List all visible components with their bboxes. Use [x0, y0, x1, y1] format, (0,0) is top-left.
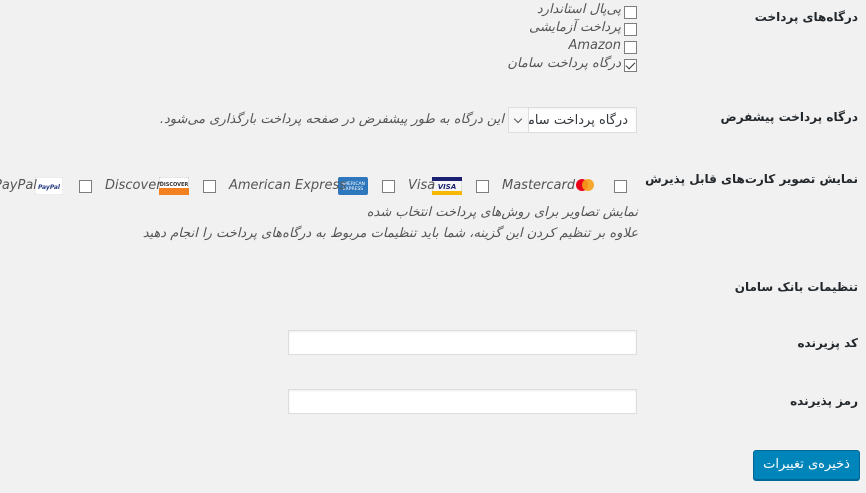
- card-images-label: نمایش تصویر کارت‌های قابل پذیرش: [645, 172, 858, 186]
- gateways-label: درگاه‌های پرداخت: [754, 10, 858, 24]
- merchant-password-input[interactable]: [288, 389, 637, 414]
- save-changes-button[interactable]: ذخیره‌ی تغییرات: [753, 450, 860, 480]
- merchant-code-input[interactable]: [288, 330, 637, 355]
- default-gateway-select[interactable]: درگاه پرداخت سامان: [508, 107, 637, 133]
- merchant-password-label: رمز پذیرنده: [790, 394, 858, 408]
- discover-icon: DISCOVER: [158, 176, 190, 199]
- svg-text:DISCOVER: DISCOVER: [160, 182, 189, 188]
- visa-icon: VISA: [431, 176, 463, 199]
- chevron-down-icon: [509, 108, 529, 132]
- gateway-checkbox-paypal[interactable]: [624, 6, 637, 19]
- mastercard-icon: [574, 177, 596, 197]
- gateway-label-paypal: پی‌پال استاندارد: [536, 2, 621, 17]
- card-images-description-1: نمایش تصاویر برای روش‌های پرداخت انتخاب …: [366, 205, 638, 220]
- saman-settings-heading: تنظیمات بانک سامان: [734, 280, 858, 294]
- gateway-label-test: پرداخت آزمایشی: [529, 20, 621, 35]
- gateway-label-saman: درگاه پرداخت سامان: [507, 56, 621, 71]
- card-name-mastercard: Mastercard: [502, 178, 576, 193]
- card-checkbox-visa[interactable]: [476, 180, 489, 193]
- gateway-label-amazon: Amazon: [568, 38, 621, 53]
- svg-text:PayPal: PayPal: [38, 184, 61, 191]
- svg-text:VISA: VISA: [438, 183, 456, 191]
- card-name-discover: Discover: [105, 178, 162, 193]
- gateway-checkbox-saman[interactable]: [624, 59, 637, 72]
- card-images-description-2: علاوه بر تنظیم کردن این گزینه، شما باید …: [142, 226, 638, 241]
- default-gateway-label: درگاه پرداخت پیشفرض: [720, 110, 858, 124]
- gateway-checkbox-amazon[interactable]: [624, 41, 637, 54]
- card-name-paypal: PayPal: [0, 178, 37, 193]
- card-checkbox-discover[interactable]: [203, 180, 216, 193]
- card-name-visa: Visa: [408, 178, 436, 193]
- gateway-checkbox-test[interactable]: [624, 23, 637, 36]
- merchant-code-label: کد پزیرنده: [797, 336, 858, 350]
- default-gateway-select-value: درگاه پرداخت سامان: [514, 113, 628, 128]
- card-name-amex: American Express: [229, 178, 347, 193]
- card-checkbox-mastercard[interactable]: [614, 180, 627, 193]
- card-checkbox-paypal[interactable]: [79, 180, 92, 193]
- default-gateway-description: این درگاه به طور پیشفرض در صفحه پرداخت ب…: [159, 112, 504, 127]
- paypal-icon: PayPal: [34, 176, 64, 199]
- card-checkbox-amex[interactable]: [382, 180, 395, 193]
